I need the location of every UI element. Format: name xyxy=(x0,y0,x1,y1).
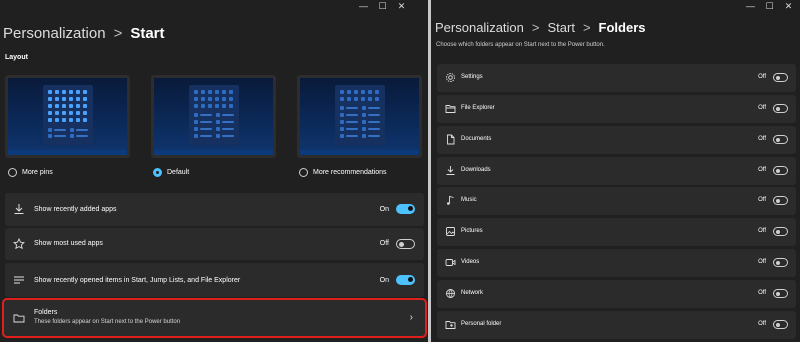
personal-folder-icon xyxy=(445,321,456,329)
folder-label: Documents xyxy=(461,136,492,142)
breadcrumb: Personalization > Start > Folders xyxy=(435,20,646,35)
list-icon xyxy=(14,276,24,284)
video-icon xyxy=(445,259,456,266)
folder-label: Personal folder xyxy=(461,321,502,327)
toggle-recently-opened-items[interactable] xyxy=(396,275,415,285)
folder-row: Network Off xyxy=(437,280,796,308)
folder-row: Settings Off xyxy=(437,64,796,92)
setting-label: Show most used apps xyxy=(34,240,103,247)
window-controls: — ☐ ✕ xyxy=(741,0,798,12)
toggle-state: Off xyxy=(758,74,766,80)
setting-recently-opened-items: Show recently opened items in Start, Jum… xyxy=(5,263,424,297)
toggle-state: Off xyxy=(758,290,766,296)
file-explorer-icon xyxy=(445,105,456,113)
folder-row: Documents Off xyxy=(437,126,796,154)
folder-toggle[interactable] xyxy=(773,166,788,175)
breadcrumb-separator: > xyxy=(531,20,540,35)
toggle-state: Off xyxy=(758,105,766,111)
folder-toggle[interactable] xyxy=(773,289,788,298)
toggle-state: Off xyxy=(758,321,766,327)
folder-label: Music xyxy=(461,197,477,203)
radio-circle[interactable] xyxy=(299,168,308,177)
breadcrumb-personalization[interactable]: Personalization xyxy=(3,25,106,42)
breadcrumb-separator: > xyxy=(582,20,591,35)
breadcrumb: Personalization > Start xyxy=(3,25,165,42)
music-icon xyxy=(447,195,454,205)
close-button[interactable]: ✕ xyxy=(779,0,798,12)
toggle-state: On xyxy=(379,277,389,284)
radio-more-pins[interactable]: More pins xyxy=(8,168,53,177)
folder-row: Pictures Off xyxy=(437,218,796,246)
network-icon xyxy=(446,289,455,298)
folder-toggle[interactable] xyxy=(773,320,788,329)
radio-more-recommendations[interactable]: More recommendations xyxy=(299,168,387,177)
radio-label: More recommendations xyxy=(313,169,387,176)
toggle-state: Off xyxy=(758,136,766,142)
folder-label: Videos xyxy=(461,259,480,265)
layout-preview-more-pins[interactable] xyxy=(5,75,130,158)
start-settings-window: — ☐ ✕ Personalization > Start Layout Mor… xyxy=(0,0,428,342)
setting-label: Show recently added apps xyxy=(34,206,117,213)
toggle-state: Off xyxy=(758,197,766,203)
radio-circle-selected[interactable] xyxy=(153,168,162,177)
minimize-button[interactable]: — xyxy=(354,0,373,12)
folder-row: Music Off xyxy=(437,187,796,215)
folder-toggle[interactable] xyxy=(773,104,788,113)
folder-row: Downloads Off xyxy=(437,157,796,185)
toggle-state: Off xyxy=(758,228,766,234)
radio-label: Default xyxy=(167,169,190,176)
folder-row: Personal folder Off xyxy=(437,311,796,339)
folder-row: Videos Off xyxy=(437,249,796,277)
breadcrumb-start[interactable]: Start xyxy=(547,20,574,35)
page-title: Start xyxy=(130,25,165,42)
folder-toggle[interactable] xyxy=(773,258,788,267)
folder-toggle[interactable] xyxy=(773,73,788,82)
close-button[interactable]: ✕ xyxy=(392,0,411,12)
maximize-button[interactable]: ☐ xyxy=(373,0,392,12)
radio-label: More pins xyxy=(22,169,53,176)
toggle-state: On xyxy=(379,206,389,213)
layout-preview-default[interactable] xyxy=(151,75,276,158)
download-icon xyxy=(446,166,455,175)
breadcrumb-personalization[interactable]: Personalization xyxy=(435,20,524,35)
folder-label: File Explorer xyxy=(461,105,495,111)
minimize-button[interactable]: — xyxy=(741,0,760,12)
folder-toggle[interactable] xyxy=(773,227,788,236)
breadcrumb-separator: > xyxy=(113,25,123,42)
folder-toggle[interactable] xyxy=(773,135,788,144)
toggle-recently-added-apps[interactable] xyxy=(396,204,415,214)
star-icon xyxy=(13,238,25,250)
maximize-button[interactable]: ☐ xyxy=(760,0,779,12)
toggle-state: Off xyxy=(758,259,766,265)
section-label-layout: Layout xyxy=(5,54,28,61)
folder-row: File Explorer Off xyxy=(437,95,796,123)
toggle-most-used-apps[interactable] xyxy=(396,239,415,249)
document-icon xyxy=(447,134,455,145)
folders-label: Folders xyxy=(34,309,58,316)
folder-icon xyxy=(13,314,25,323)
radio-circle[interactable] xyxy=(8,168,17,177)
setting-recently-added-apps: Show recently added apps On xyxy=(5,193,424,226)
folder-label: Settings xyxy=(461,74,483,80)
setting-label: Show recently opened items in Start, Jum… xyxy=(34,277,241,284)
radio-default[interactable]: Default xyxy=(153,168,189,177)
toggle-state: Off xyxy=(758,167,766,173)
toggle-state: Off xyxy=(379,240,389,247)
folder-label: Pictures xyxy=(461,228,483,234)
page-title: Folders xyxy=(598,20,646,35)
layout-preview-more-recommendations[interactable] xyxy=(297,75,422,158)
download-icon xyxy=(14,204,24,214)
folder-label: Network xyxy=(461,290,484,296)
page-description: Choose which folders appear on Start nex… xyxy=(436,42,605,48)
folder-toggle[interactable] xyxy=(773,196,788,205)
pictures-icon xyxy=(446,227,455,236)
window-controls: — ☐ ✕ xyxy=(354,0,411,12)
folders-description: These folders appear on Start next to th… xyxy=(34,319,181,325)
setting-most-used-apps: Show most used apps Off xyxy=(5,228,424,260)
gear-icon xyxy=(446,73,455,82)
chevron-right-icon: › xyxy=(409,312,413,323)
folder-label: Downloads xyxy=(461,167,491,173)
folders-link-row[interactable]: Folders These folders appear on Start ne… xyxy=(2,298,427,338)
folders-settings-window: — ☐ ✕ Personalization > Start > Folders … xyxy=(431,0,800,342)
